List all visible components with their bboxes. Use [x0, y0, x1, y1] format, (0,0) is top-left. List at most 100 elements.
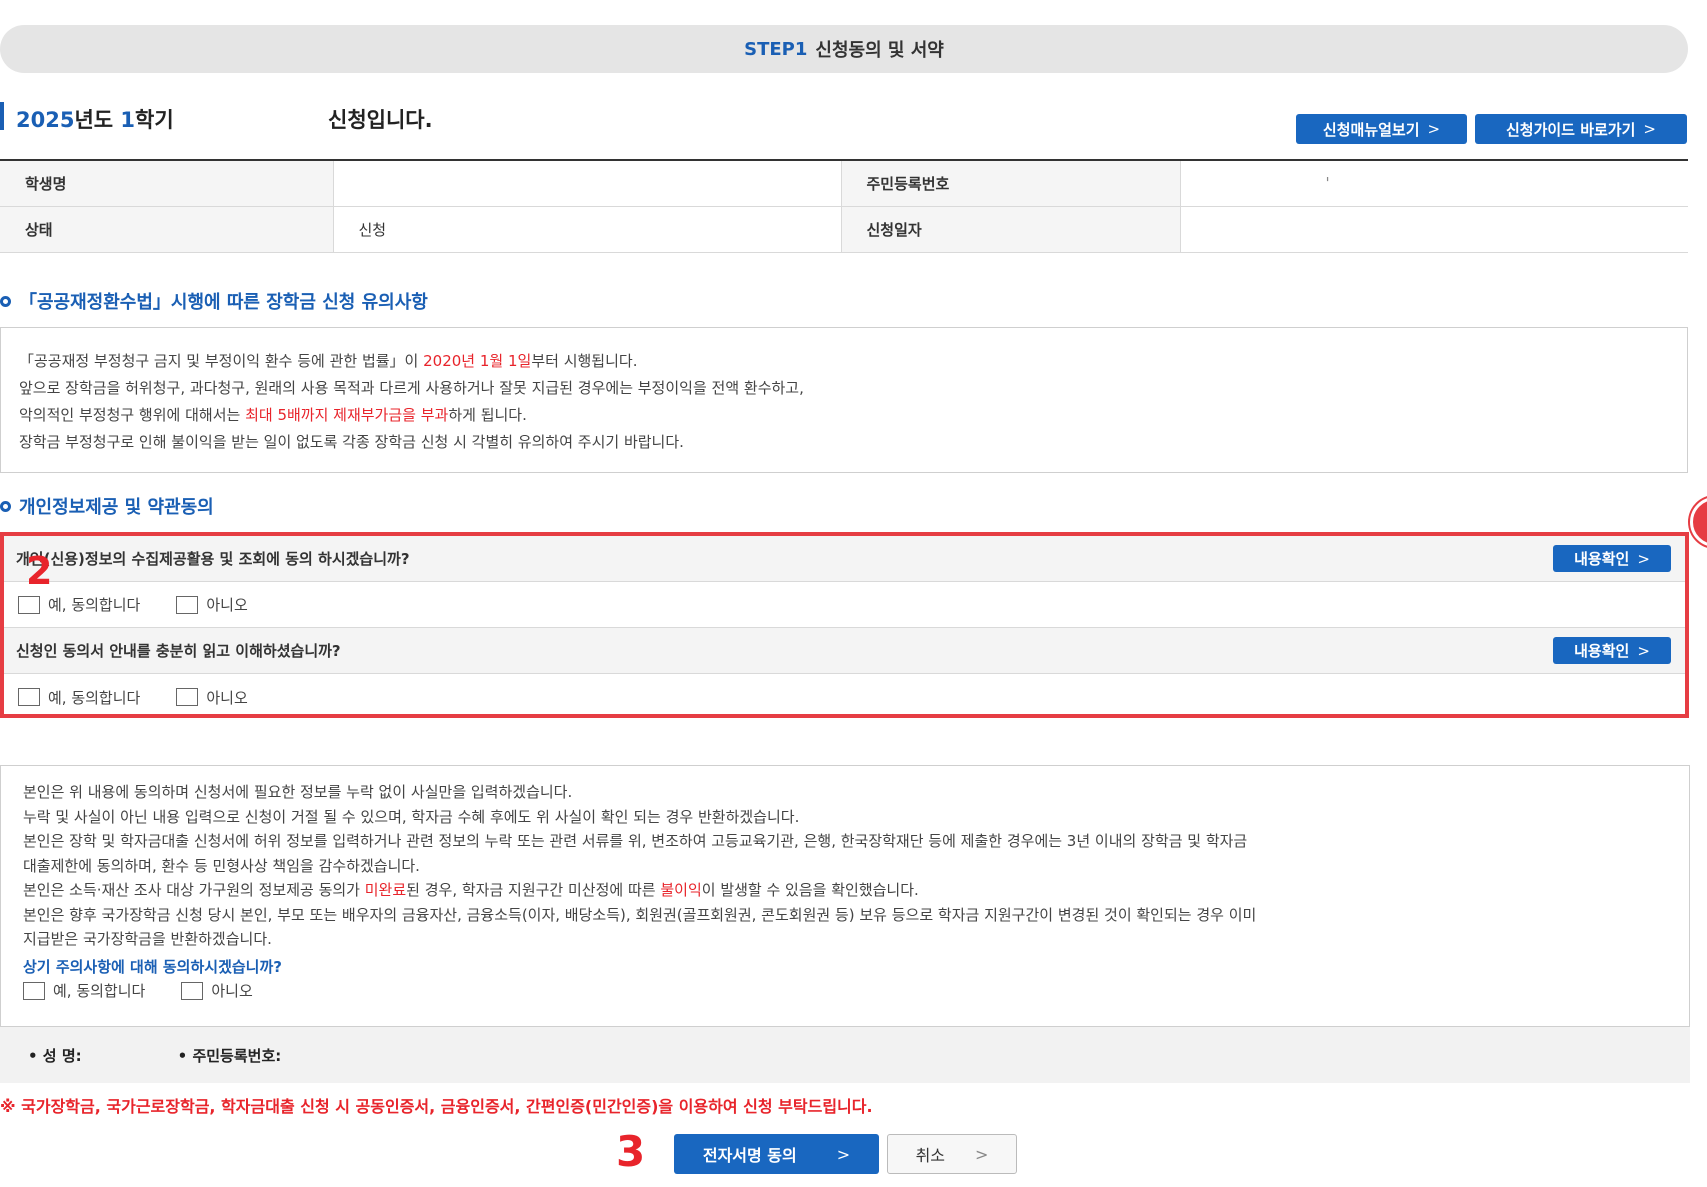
- pledge-line: 본인은 향후 국가장학금 신청 당시 본인, 부모 또는 배우자의 금융자산, …: [23, 905, 1257, 924]
- application-status-text: 신청입니다.: [328, 108, 433, 132]
- notice-line: 앞으로 장학금을 허위청구, 과다청구, 원래의 사용 목적과 다르게 사용하거…: [19, 379, 804, 397]
- cancel-button-label: 취소: [915, 1146, 946, 1165]
- pledge-line: 본인은 소득·재산 조사 대상 가구원의 정보제공 동의가 미완료된 경우, 학…: [23, 878, 1689, 903]
- pledge-line: 누락 및 사실이 아닌 내용 입력으로 신청이 거절 될 수 있으며, 학자금 …: [23, 807, 800, 826]
- consent-answer-row-1: 예, 동의합니다 아니오: [4, 582, 1685, 628]
- consent-question-1: 개인(신용)정보의 수집제공활용 및 조회에 동의 하시겠습니까? 내용확인 >: [4, 536, 1685, 582]
- agree-option-1[interactable]: 예, 동의합니다: [18, 594, 140, 615]
- consent-highlight-box: 개인(신용)정보의 수집제공활용 및 조회에 동의 하시겠습니까? 내용확인 >…: [0, 532, 1689, 718]
- rrn-value: ': [1179, 160, 1688, 207]
- confirm-content-button-2[interactable]: 내용확인 >: [1553, 637, 1671, 664]
- signer-name-label: • 성 명:: [28, 1046, 82, 1065]
- chevron-right-icon: >: [836, 1144, 851, 1164]
- pledge-box: 본인은 위 내용에 동의하며 신청서에 필요한 정보를 누락 없이 사실만을 입…: [0, 765, 1690, 1027]
- pledge-line: 본인은 장학 및 학자금대출 신청서에 허위 정보를 입력하거나 관련 정보의 …: [23, 832, 1248, 850]
- pledge-line: 대출제한에 동의하며, 환수 등 민형사상 책임을 감수하겠습니다.: [23, 856, 420, 875]
- certificate-warning: ※ 국가장학금, 국가근로장학금, 학자금대출 신청 시 공동인증서, 금융인증…: [0, 1097, 873, 1116]
- notice-box: 「공공재정 부정청구 금지 및 부정이익 환수 등에 관한 법률」이 2020년…: [0, 327, 1688, 473]
- annotation-marker-1: 1: [1690, 497, 1707, 547]
- agree-checkbox-2[interactable]: [18, 688, 40, 706]
- guide-button[interactable]: 신청가이드 바로가기 >: [1475, 114, 1687, 144]
- guide-button-label: 신청가이드 바로가기: [1505, 120, 1636, 139]
- agree-label: 예, 동의합니다: [53, 982, 146, 1000]
- pledge-disagree-checkbox[interactable]: [181, 982, 204, 1001]
- pledge-text: 본인은 소득·재산 조사 대상 가구원의 정보제공 동의가: [23, 881, 365, 899]
- notice-highlight: 최대 5배까지 제재부가금을 부과: [245, 406, 449, 424]
- semester-title: 2025년도 1학기: [16, 104, 174, 134]
- disagree-label: 아니오: [206, 688, 248, 707]
- consent-question-2: 신청인 동의서 안내를 충분히 읽고 이해하셨습니까? 내용확인 >: [4, 628, 1685, 674]
- agree-label: 예, 동의합니다: [48, 688, 141, 707]
- agree-label: 예, 동의합니다: [48, 596, 141, 614]
- pledge-text: 이 발생할 수 있음을 확인했습니다.: [701, 881, 919, 899]
- notice-text: 하게 됩니다.: [448, 406, 527, 424]
- student-name-value: [332, 160, 841, 207]
- consent-section-title: 개인정보제공 및 약관동의: [0, 493, 214, 519]
- apply-date-value: [1179, 206, 1688, 253]
- manual-button-label: 신청매뉴얼보기: [1322, 120, 1420, 139]
- agree-option-2[interactable]: 예, 동의합니다: [18, 687, 140, 708]
- status-value: 신청: [332, 206, 841, 253]
- notice-title-text: 「공공재정환수법」시행에 따른 장학금 신청 유의사항: [19, 292, 428, 313]
- pledge-line: 지급받은 국가장학금을 반환하겠습니다.: [23, 930, 272, 948]
- disagree-label: 아니오: [211, 982, 253, 1000]
- consent-title-text: 개인정보제공 및 약관동의: [19, 497, 214, 518]
- question-text: 신청인 동의서 안내를 충분히 읽고 이해하셨습니까?: [16, 642, 341, 660]
- semester-year-suffix: 년도: [74, 108, 121, 132]
- notice-highlight: 2020년 1월 1일: [423, 352, 532, 370]
- title-accent-bar: [0, 102, 4, 130]
- agree-checkbox-1[interactable]: [18, 595, 40, 614]
- table-row: 상태 신청 신청일자: [0, 206, 1688, 253]
- confirm-content-button-1[interactable]: 내용확인 >: [1553, 545, 1671, 572]
- semester-year: 2025: [16, 108, 75, 132]
- table-row: 학생명 주민등록번호 ': [0, 160, 1688, 207]
- status-label: 상태: [0, 206, 333, 253]
- bullet-circle-icon: [0, 295, 11, 307]
- pledge-disagree-option[interactable]: 아니오: [181, 979, 253, 1004]
- sign-button-label: 전자서명 동의: [702, 1146, 797, 1165]
- pledge-agree-option[interactable]: 예, 동의합니다: [23, 979, 145, 1004]
- question-text: 개인(신용)정보의 수집제공활용 및 조회에 동의 하시겠습니까?: [16, 550, 410, 568]
- rrn-label: 주민등록번호: [840, 160, 1180, 207]
- semester-term: 1: [120, 108, 136, 132]
- notice-line: 「공공재정 부정청구 금지 및 부정이익 환수 등에 관한 법률」이 2020년…: [19, 348, 1687, 375]
- notice-text: 「공공재정 부정청구 금지 및 부정이익 환수 등에 관한 법률」이: [19, 352, 424, 370]
- chevron-right-icon: >: [975, 1144, 989, 1164]
- student-name-label: 학생명: [0, 160, 333, 207]
- step-number: STEP1: [744, 38, 808, 60]
- disagree-checkbox-1[interactable]: [176, 595, 199, 614]
- confirm-button-label: 내용확인: [1574, 642, 1630, 660]
- pledge-highlight: 미완료: [364, 881, 407, 899]
- notice-section-title: 「공공재정환수법」시행에 따른 장학금 신청 유의사항: [0, 288, 428, 314]
- pledge-text: 된 경우, 학자금 지원구간 미산정에 따른: [406, 881, 661, 899]
- chevron-right-icon: >: [1637, 549, 1650, 568]
- notice-text: 악의적인 부정청구 행위에 대해서는: [19, 406, 246, 424]
- chevron-right-icon: >: [1427, 120, 1441, 138]
- pledge-agree-checkbox[interactable]: [23, 982, 45, 1001]
- disagree-option-2[interactable]: 아니오: [176, 687, 248, 708]
- step-title: 신청동의 및 서약: [815, 40, 944, 61]
- signer-rrn-label: • 주민등록번호:: [177, 1046, 282, 1065]
- pledge-question: 상기 주의사항에 대해 동의하시겠습니까?: [23, 957, 282, 976]
- notice-text: 부터 시행됩니다.: [531, 352, 638, 370]
- signer-info-row: • 성 명: • 주민등록번호:: [0, 1027, 1690, 1083]
- bullet-circle-icon: [0, 500, 11, 512]
- chevron-right-icon: >: [1643, 120, 1656, 138]
- confirm-button-label: 내용확인: [1574, 550, 1630, 568]
- e-signature-agree-button[interactable]: 전자서명 동의 >: [674, 1134, 879, 1174]
- manual-button[interactable]: 신청매뉴얼보기 >: [1296, 114, 1467, 144]
- pledge-highlight: 불이익: [660, 881, 702, 899]
- notice-line: 장학금 부정청구로 인해 불이익을 받는 일이 없도록 각종 장학금 신청 시 …: [19, 433, 684, 451]
- disagree-checkbox-2[interactable]: [176, 688, 199, 706]
- notice-line: 악의적인 부정청구 행위에 대해서는 최대 5배까지 제재부가금을 부과하게 됩…: [19, 402, 1687, 429]
- consent-answer-row-2: 예, 동의합니다 아니오: [4, 674, 1685, 720]
- disagree-option-1[interactable]: 아니오: [176, 594, 248, 615]
- pledge-answer-row: 예, 동의합니다 아니오: [23, 979, 1689, 1004]
- cancel-button[interactable]: 취소 >: [887, 1134, 1017, 1174]
- disagree-label: 아니오: [206, 596, 248, 614]
- annotation-marker-2: 2: [26, 549, 53, 593]
- annotation-marker-3: 3: [616, 1127, 646, 1176]
- apply-date-label: 신청일자: [840, 206, 1180, 253]
- chevron-right-icon: >: [1637, 641, 1650, 660]
- applicant-info-table: 학생명 주민등록번호 ' 상태 신청 신청일자: [0, 159, 1688, 253]
